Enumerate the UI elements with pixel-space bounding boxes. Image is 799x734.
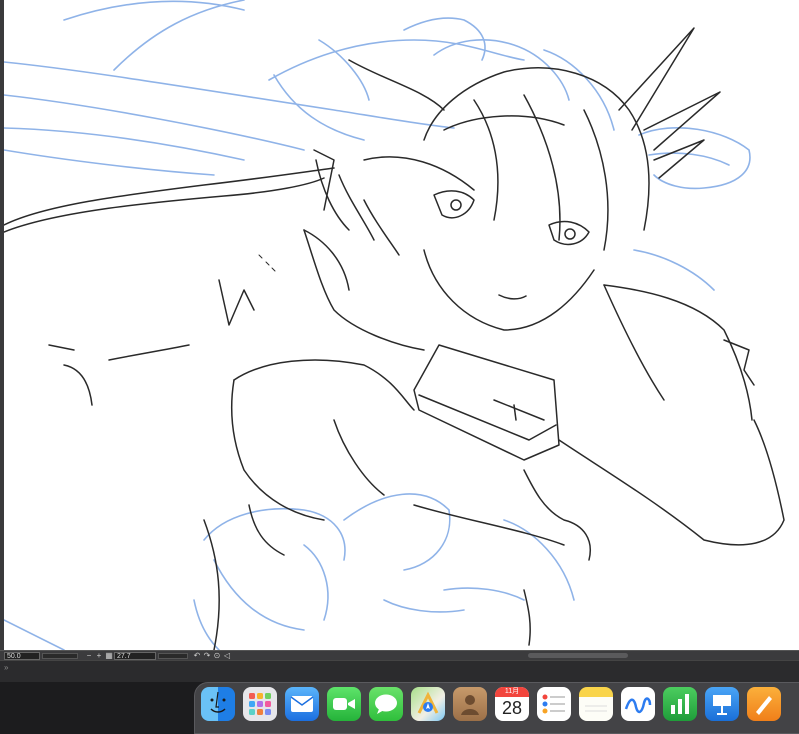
artwork [4, 0, 785, 650]
zoom-out-button[interactable]: − [84, 651, 94, 660]
rotate-right-button[interactable]: ↷ [202, 651, 212, 660]
reminders-icon[interactable] [537, 687, 571, 721]
drawing-canvas[interactable] [4, 0, 799, 650]
zoom-field[interactable]: 50.0 [4, 651, 40, 660]
calendar-month: 11月 [495, 687, 529, 697]
dock: 11月 28 [194, 682, 799, 734]
horizontal-scrollbar[interactable] [528, 653, 628, 658]
fit-view-icon[interactable]: ▦ [104, 651, 114, 660]
finder-icon[interactable] [201, 687, 235, 721]
canvas-status-bar: 50.0 − + ▦ 27.7 ↶ ↷ ⊙ ◁ [0, 650, 799, 660]
facetime-icon[interactable] [327, 687, 361, 721]
notes-icon[interactable] [579, 687, 613, 721]
reset-rotation-button[interactable]: ⊙ [212, 651, 222, 660]
flip-horizontal-icon[interactable]: ◁ [222, 651, 232, 660]
freeform-icon[interactable] [621, 687, 655, 721]
sketch-layer [4, 0, 751, 650]
maps-icon[interactable] [411, 687, 445, 721]
zoom-in-button[interactable]: + [94, 651, 104, 660]
mail-icon[interactable] [285, 687, 319, 721]
contacts-icon[interactable] [453, 687, 487, 721]
rotation-field[interactable]: 27.7 [114, 651, 156, 660]
keynote-icon[interactable] [705, 687, 739, 721]
messages-icon[interactable] [369, 687, 403, 721]
lineart-layer [4, 27, 785, 650]
panel-toggle-icon[interactable]: » [4, 663, 8, 672]
zoom-slider[interactable] [42, 652, 78, 659]
calendar-day: 28 [501, 698, 523, 718]
rotate-left-button[interactable]: ↶ [192, 651, 202, 660]
numbers-icon[interactable] [663, 687, 697, 721]
calendar-icon[interactable]: 11月 28 [495, 687, 529, 721]
pages-icon[interactable] [747, 687, 781, 721]
launchpad-icon[interactable] [243, 687, 277, 721]
bottom-panel-strip: » [0, 660, 799, 682]
rotation-slider[interactable] [158, 652, 188, 659]
